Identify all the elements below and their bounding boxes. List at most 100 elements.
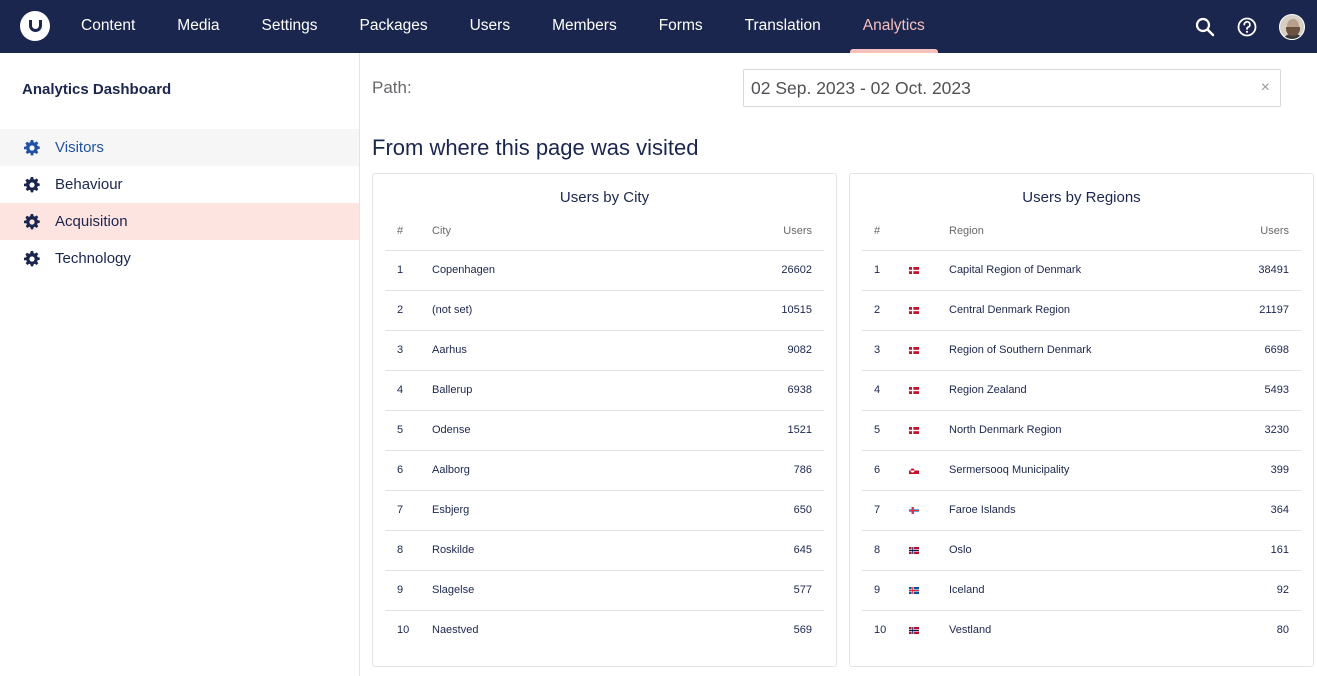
sidebar-menu: Visitors Behaviour Acquisition Technolog… bbox=[0, 129, 359, 277]
user-count: 6938 bbox=[665, 370, 824, 411]
region-name: Oslo bbox=[949, 530, 1220, 571]
table-row: 7 Esbjerg 650 bbox=[385, 490, 824, 531]
iceland-flag-icon bbox=[909, 586, 919, 594]
rank: 6 bbox=[862, 450, 909, 491]
sidebar-item-behaviour[interactable]: Behaviour bbox=[0, 166, 359, 203]
help-icon[interactable] bbox=[1237, 17, 1257, 37]
gear-icon bbox=[24, 250, 40, 267]
user-count: 38491 bbox=[1219, 250, 1301, 291]
table-row: 6 Sermersooq Municipality 399 bbox=[862, 450, 1301, 491]
users-by-regions-table: # Region Users 1 Capital Region of Denmar… bbox=[862, 212, 1301, 650]
column-header-rank: # bbox=[862, 212, 909, 251]
rank: 7 bbox=[385, 490, 432, 531]
user-count: 161 bbox=[1219, 530, 1301, 571]
region-name: Faroe Islands bbox=[949, 490, 1220, 531]
user-count: 10515 bbox=[665, 290, 824, 331]
rank: 9 bbox=[862, 570, 909, 611]
table-row: 5 Odense 1521 bbox=[385, 410, 824, 451]
column-header-city: City bbox=[432, 212, 666, 251]
table-row: 7 Faroe Islands 364 bbox=[862, 490, 1301, 531]
region-name: Iceland bbox=[949, 570, 1220, 611]
city-name: Esbjerg bbox=[432, 490, 666, 531]
umbraco-logo[interactable] bbox=[20, 11, 50, 41]
user-count: 80 bbox=[1276, 624, 1289, 637]
search-icon[interactable] bbox=[1195, 17, 1215, 37]
clear-date-icon[interactable]: × bbox=[1261, 70, 1270, 106]
city-name: Slagelse bbox=[432, 570, 666, 611]
table-row: 3 Aarhus 9082 bbox=[385, 330, 824, 371]
rank: 4 bbox=[385, 370, 432, 411]
table-row: 2 Central Denmark Region 21197 bbox=[862, 290, 1301, 331]
rank: 3 bbox=[862, 330, 909, 371]
user-count: 786 bbox=[665, 450, 824, 491]
rank: 7 bbox=[862, 490, 909, 531]
nav-item-users[interactable]: Users bbox=[449, 0, 531, 53]
user-count: 3230 bbox=[1219, 410, 1301, 451]
city-name: (not set) bbox=[432, 290, 666, 331]
sidebar-item-label: Technology bbox=[55, 250, 131, 267]
rank: 2 bbox=[385, 290, 432, 331]
table-row: 3 Region of Southern Denmark 6698 bbox=[862, 330, 1301, 371]
region-name: Region of Southern Denmark bbox=[949, 330, 1220, 371]
rank: 10 bbox=[397, 624, 410, 637]
column-header-users: Users bbox=[1219, 212, 1301, 251]
card-title: Users by Regions bbox=[1022, 189, 1141, 206]
nav-item-members[interactable]: Members bbox=[531, 0, 638, 53]
denmark-flag-icon bbox=[909, 386, 919, 394]
user-count: 645 bbox=[665, 530, 824, 571]
city-name: Aarhus bbox=[432, 330, 666, 371]
nav-item-media[interactable]: Media bbox=[156, 0, 240, 53]
table-row: 2 (not set) 10515 bbox=[385, 290, 824, 331]
nav-item-forms[interactable]: Forms bbox=[638, 0, 724, 53]
table-row: 4 Region Zealand 5493 bbox=[862, 370, 1301, 411]
sidebar-item-acquisition[interactable]: Acquisition bbox=[0, 203, 359, 240]
table-row: 1 Capital Region of Denmark 38491 bbox=[862, 250, 1301, 291]
sidebar-item-label: Behaviour bbox=[55, 176, 123, 193]
table-row: 4 Ballerup 6938 bbox=[385, 370, 824, 411]
table-row: 8 Oslo 161 bbox=[862, 530, 1301, 571]
user-count: 92 bbox=[1219, 570, 1301, 611]
denmark-flag-icon bbox=[909, 346, 919, 354]
card-title: Users by City bbox=[559, 189, 650, 206]
date-range-picker[interactable]: 02 Sep. 2023 - 02 Oct. 2023 × bbox=[743, 69, 1281, 107]
region-name: North Denmark Region bbox=[949, 410, 1220, 451]
table-row: 1 Copenhagen 26602 bbox=[385, 250, 824, 291]
user-count: 399 bbox=[1219, 450, 1301, 491]
nav-item-settings[interactable]: Settings bbox=[241, 0, 339, 53]
table-row: 6 Aalborg 786 bbox=[385, 450, 824, 491]
rank: 4 bbox=[862, 370, 909, 411]
column-header-region: Region bbox=[949, 212, 1220, 251]
nav-item-analytics[interactable]: Analytics bbox=[842, 0, 946, 53]
users-by-regions-card: Users by Regions # Region Users 1 Capital… bbox=[849, 173, 1314, 667]
nav-item-translation[interactable]: Translation bbox=[724, 0, 842, 53]
table-row: 8 Roskilde 645 bbox=[385, 530, 824, 571]
denmark-flag-icon bbox=[909, 266, 919, 274]
rank: 8 bbox=[862, 530, 909, 571]
user-count: 569 bbox=[793, 624, 812, 637]
region-name: Sermersooq Municipality bbox=[949, 450, 1220, 491]
gear-icon bbox=[24, 213, 40, 230]
sidebar-item-visitors[interactable]: Visitors bbox=[0, 129, 359, 166]
column-header-flag bbox=[909, 212, 949, 251]
sidebar-item-technology[interactable]: Technology bbox=[0, 240, 359, 277]
rank: 8 bbox=[385, 530, 432, 571]
table-row: 9 Iceland 92 bbox=[862, 570, 1301, 611]
region-name: Vestland bbox=[949, 624, 992, 637]
rank: 6 bbox=[385, 450, 432, 491]
gear-icon bbox=[24, 176, 40, 193]
user-count: 21197 bbox=[1219, 290, 1301, 331]
rank: 5 bbox=[862, 410, 909, 451]
rank: 9 bbox=[385, 570, 432, 611]
user-count: 1521 bbox=[665, 410, 824, 451]
nav-item-content[interactable]: Content bbox=[60, 0, 156, 53]
nav-item-packages[interactable]: Packages bbox=[339, 0, 449, 53]
users-by-city-table: # City Users 1 Copenhagen 26602 2 (not set)… bbox=[385, 212, 824, 650]
user-count: 26602 bbox=[665, 250, 824, 291]
user-count: 9082 bbox=[665, 330, 824, 371]
rank: 3 bbox=[385, 330, 432, 371]
faroe-islands-flag-icon bbox=[909, 506, 919, 514]
user-avatar[interactable] bbox=[1279, 13, 1305, 40]
path-label: Path: bbox=[372, 78, 412, 97]
greenland-flag-icon bbox=[909, 466, 919, 474]
sidebar-title: Analytics Dashboard bbox=[22, 81, 172, 98]
